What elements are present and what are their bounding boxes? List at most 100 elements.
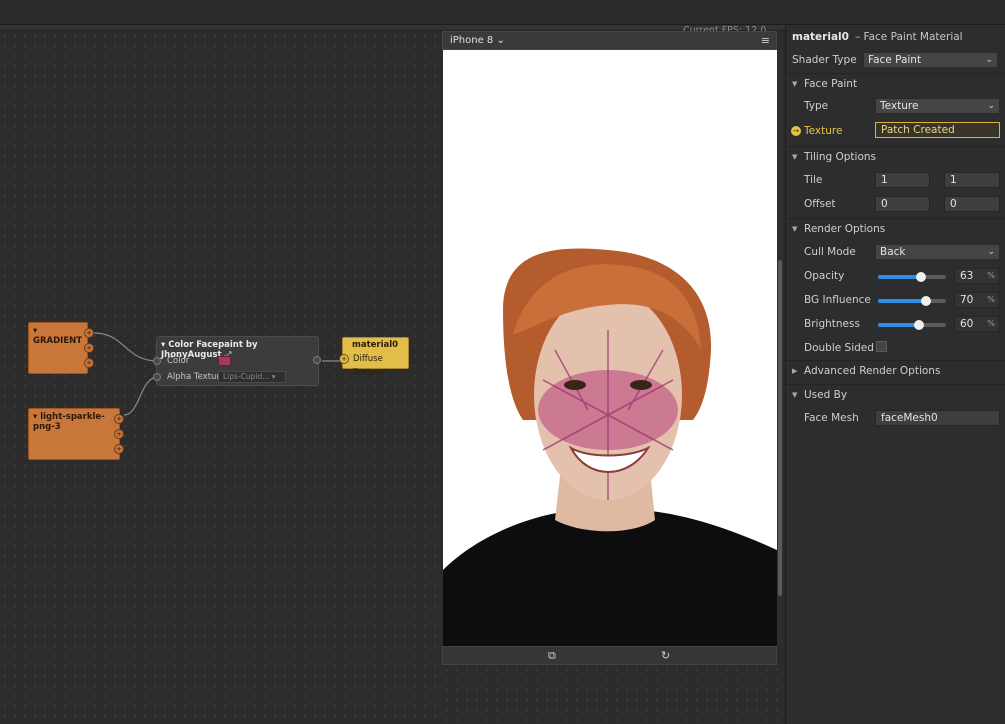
cull-mode-label: Cull Mode: [804, 246, 856, 258]
patch-link-icon[interactable]: →: [791, 126, 801, 136]
bg-influence-slider[interactable]: [878, 296, 946, 306]
sparkle-output-port[interactable]: +: [114, 414, 124, 424]
bg-influence-field[interactable]: 70%: [954, 292, 1000, 308]
chevron-down-icon: ⌄: [496, 35, 505, 46]
sparkle-output-port-3[interactable]: +: [114, 444, 124, 454]
section-used-by[interactable]: ▼ Used By: [786, 384, 1005, 406]
offset-y-field[interactable]: 0: [944, 196, 1000, 212]
opacity-slider-knob[interactable]: [915, 272, 926, 282]
shader-type-value: Face Paint: [868, 54, 922, 66]
texture-field[interactable]: Patch Created: [875, 122, 1000, 138]
opacity-field[interactable]: 63%: [954, 268, 1000, 284]
alpha-texture-value: Lips-Cupid...: [223, 372, 270, 381]
texture-label: Texture: [804, 125, 843, 137]
shader-type-dropdown[interactable]: Face Paint ⌄: [863, 52, 998, 68]
brightness-unit: %: [987, 319, 995, 328]
facepaint-alpha-row: Alpha Texture Lips-Cupid... ▾: [153, 369, 318, 385]
render-section-label: Render Options: [804, 223, 886, 235]
used-by-section-label: Used By: [804, 389, 848, 401]
bg-influence-slider-fill: [878, 299, 926, 303]
section-render-options[interactable]: ▼ Render Options: [786, 218, 1005, 240]
patch-editor[interactable]: ▾ GRADIENT + + + ▾ light-sparkle-png-3 +…: [0, 31, 442, 724]
type-label: Type: [804, 100, 829, 112]
material-node-title: material0: [352, 340, 399, 350]
material-diffuse-row: + Diffuse Texture: [339, 352, 408, 380]
face-paint-section-label: Face Paint: [804, 78, 858, 90]
type-dropdown[interactable]: Texture ⌄: [875, 98, 1000, 114]
patch-editor-lower[interactable]: [442, 665, 785, 724]
simulator-footer: ⧉ ↻: [442, 646, 777, 665]
scrollbar-thumb[interactable]: [778, 260, 782, 596]
collapse-caret-icon: ▼: [792, 391, 798, 399]
inspector-title: material0 – Face Paint Material: [792, 31, 963, 43]
rotate-icon[interactable]: ↻: [661, 649, 670, 662]
chevron-down-icon: ⌄: [985, 55, 993, 65]
bg-influence-row: BG Influence 70%: [786, 290, 1005, 312]
double-sided-checkbox[interactable]: [876, 341, 887, 352]
brightness-row: Brightness 60%: [786, 314, 1005, 336]
texture-row: → Texture Patch Created: [786, 121, 1005, 143]
diffuse-input-port[interactable]: +: [339, 354, 349, 364]
gradient-output-port-3[interactable]: +: [84, 358, 94, 368]
brightness-field[interactable]: 60%: [954, 316, 1000, 332]
alpha-input-port[interactable]: [153, 373, 161, 381]
section-face-paint[interactable]: ▼ Face Paint: [786, 73, 1005, 95]
color-input-label: Color: [167, 356, 190, 366]
collapse-caret-icon: ▼: [792, 80, 798, 88]
material-node[interactable]: material0 + Diffuse Texture: [339, 337, 409, 378]
capture-icon[interactable]: ⧉: [548, 649, 556, 663]
opacity-row: Opacity 63%: [786, 266, 1005, 288]
color-facepaint-node[interactable]: ▾ Color Facepaint by JhonyAugust ⤢ Color …: [153, 336, 319, 386]
expand-caret-icon: ▶: [792, 367, 798, 375]
color-input-port[interactable]: [153, 357, 161, 365]
section-advanced-render-options[interactable]: ▶ Advanced Render Options: [786, 360, 1005, 382]
sparkle-texture-node[interactable]: ▾ light-sparkle-png-3: [28, 408, 120, 460]
offset-x-field[interactable]: 0: [875, 196, 930, 212]
gradient-output-port-2[interactable]: +: [84, 343, 94, 353]
advanced-section-label: Advanced Render Options: [804, 365, 941, 377]
chevron-down-icon: ⌄: [987, 101, 995, 111]
wire-gradient-color: [93, 332, 159, 362]
offset-row: Offset 0 0: [786, 194, 1005, 216]
tile-y-field[interactable]: 1: [944, 172, 1000, 188]
alpha-texture-select[interactable]: Lips-Cupid... ▾: [218, 371, 286, 383]
collapse-caret-icon: ▼: [792, 153, 798, 161]
top-toolbar: [0, 0, 1005, 25]
section-tiling-options[interactable]: ▼ Tiling Options: [786, 146, 1005, 168]
device-selector[interactable]: iPhone 8 ⌄: [450, 35, 505, 46]
face-mesh-field[interactable]: faceMesh0: [875, 410, 1000, 426]
shader-type-row: Shader Type Face Paint ⌄: [786, 50, 1005, 72]
simulator-header: iPhone 8 ⌄ ≡: [442, 31, 777, 50]
opacity-value: 63: [960, 270, 974, 282]
sparkle-output-port-2[interactable]: +: [114, 429, 124, 439]
material-name: material0: [792, 31, 849, 43]
tile-y-value: 1: [950, 174, 957, 186]
tile-row: Tile 1 1: [786, 170, 1005, 192]
bg-influence-value: 70: [960, 294, 974, 306]
brightness-slider-knob[interactable]: [913, 320, 924, 330]
face-mesh-row: Face Mesh faceMesh0: [786, 408, 1005, 430]
simulator-viewport[interactable]: [443, 50, 777, 646]
opacity-unit: %: [987, 271, 995, 280]
facepaint-node-title: ▾ Color Facepaint by JhonyAugust ⤢: [157, 337, 318, 360]
material-type: – Face Paint Material: [854, 31, 963, 43]
facepaint-output-port[interactable]: [313, 356, 321, 364]
brightness-value: 60: [960, 318, 974, 330]
tile-x-field[interactable]: 1: [875, 172, 930, 188]
face-preview-image: [443, 50, 777, 646]
color-swatch[interactable]: [218, 356, 231, 366]
opacity-label: Opacity: [804, 270, 845, 282]
brightness-slider[interactable]: [878, 320, 946, 330]
gradient-output-port[interactable]: +: [84, 328, 94, 338]
wire-sparkle-alpha: [123, 376, 159, 416]
bg-influence-label: BG Influence: [804, 294, 871, 306]
gradient-node-label: GRADIENT: [33, 336, 83, 346]
opacity-slider[interactable]: [878, 272, 946, 282]
gradient-node[interactable]: ▾ GRADIENT: [28, 322, 88, 374]
facepaint-color-row: Color: [153, 353, 318, 369]
sparkle-node-label: light-sparkle-png-3: [33, 412, 105, 432]
cull-mode-dropdown[interactable]: Back ⌄: [875, 244, 1000, 260]
bg-influence-slider-knob[interactable]: [920, 296, 931, 306]
simulator-scrollbar[interactable]: [777, 50, 783, 646]
hamburger-icon[interactable]: ≡: [761, 34, 770, 47]
